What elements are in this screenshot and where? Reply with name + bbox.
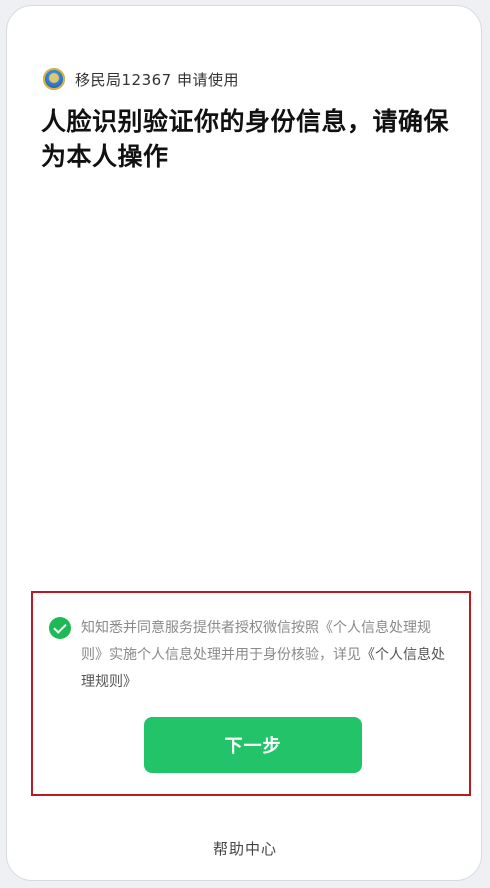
consent-checkbox[interactable] xyxy=(49,617,71,639)
consent-highlight-box: 知知悉并同意服务提供者授权微信按照《个人信息处理规则》实施个人信息处理并用于身份… xyxy=(31,591,471,796)
next-step-button[interactable]: 下一步 xyxy=(144,717,362,773)
requester-label: 移民局12367 申请使用 xyxy=(75,70,239,89)
check-icon xyxy=(53,619,67,634)
help-center-link[interactable]: 帮助中心 xyxy=(0,838,490,859)
page-title: 人脸识别验证你的身份信息，请确保为本人操作 xyxy=(41,107,450,171)
phone-screen: 移民局12367 申请使用 人脸识别验证你的身份信息，请确保为本人操作 知知悉并… xyxy=(6,5,482,881)
consent-row: 知知悉并同意服务提供者授权微信按照《个人信息处理规则》实施个人信息处理并用于身份… xyxy=(49,615,449,696)
app-header: 移民局12367 申请使用 xyxy=(43,68,239,90)
consent-text-block: 知知悉并同意服务提供者授权微信按照《个人信息处理规则》实施个人信息处理并用于身份… xyxy=(81,615,449,696)
immigration-emblem-icon xyxy=(43,68,65,90)
